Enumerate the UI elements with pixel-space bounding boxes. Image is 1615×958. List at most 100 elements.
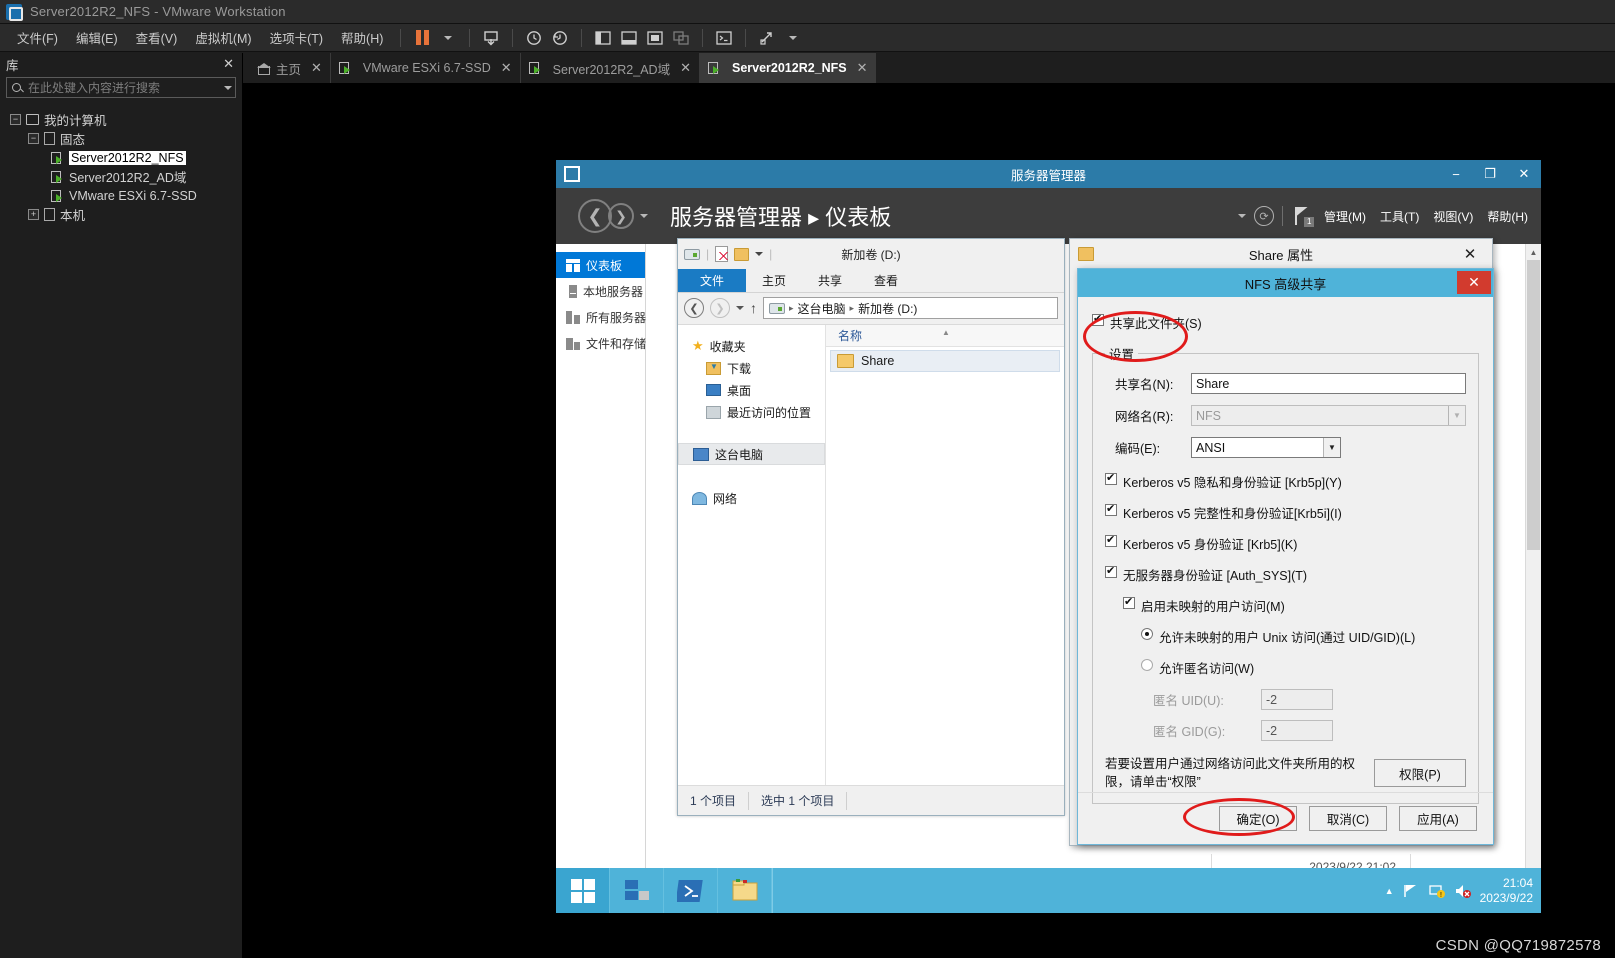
tab-home[interactable]: 主页 bbox=[746, 269, 802, 292]
radio-icon[interactable] bbox=[1141, 659, 1153, 671]
chevron-down-icon[interactable]: ▼ bbox=[1323, 438, 1340, 457]
share-name-input[interactable]: Share bbox=[1191, 373, 1466, 394]
back-button[interactable]: ❮ bbox=[684, 298, 704, 318]
nav-item-network[interactable]: 网络 bbox=[678, 487, 825, 509]
send-keys-dropdown-icon[interactable] bbox=[780, 27, 806, 49]
checkbox-icon[interactable] bbox=[1092, 312, 1104, 326]
encoding-combobox[interactable]: ANSI ▼ bbox=[1191, 437, 1341, 458]
powershell-taskbar-icon[interactable] bbox=[664, 868, 718, 913]
tree-item-vmware-esxi[interactable]: VMware ESXi 6.7-SSD bbox=[0, 186, 242, 205]
unity-mode-icon[interactable] bbox=[668, 27, 694, 49]
refresh-icon[interactable]: ⟳ bbox=[1254, 206, 1274, 226]
menu-tools[interactable]: 工具(T) bbox=[1373, 208, 1426, 225]
tree-item-my-computer[interactable]: − 我的计算机 bbox=[0, 110, 242, 129]
sidebar-item-all-servers[interactable]: 所有服务器 bbox=[556, 304, 646, 330]
menu-file[interactable]: 文件(F) bbox=[8, 24, 67, 51]
show-thumbnail-bar-icon[interactable] bbox=[616, 27, 642, 49]
history-dropdown-icon[interactable] bbox=[640, 214, 648, 218]
checkbox-icon[interactable] bbox=[1105, 502, 1117, 516]
close-button[interactable]: ✕ bbox=[1507, 160, 1541, 188]
menu-view[interactable]: 查看(V) bbox=[127, 24, 187, 51]
search-dropdown-icon[interactable] bbox=[224, 85, 232, 90]
taskbar-clock[interactable]: 21:04 2023/9/22 bbox=[1480, 876, 1533, 906]
new-folder-icon[interactable] bbox=[734, 247, 750, 261]
tree-item-ssd-group[interactable]: − 固态 bbox=[0, 129, 242, 148]
allow-unmapped-unix-access-radio[interactable]: 允许未映射的用户 Unix 访问(通过 UID/GID)(L) bbox=[1141, 627, 1466, 646]
library-search-box[interactable] bbox=[6, 77, 236, 98]
nav-item-recent-places[interactable]: 最近访问的位置 bbox=[678, 401, 825, 423]
tree-item-local-machine[interactable]: + 本机 bbox=[0, 205, 242, 224]
up-button[interactable]: ↑ bbox=[750, 300, 757, 316]
explorer-taskbar-icon[interactable] bbox=[718, 868, 772, 913]
nav-item-downloads[interactable]: 下载 bbox=[678, 357, 825, 379]
tab-server2012r2-ad[interactable]: Server2012R2_AD域 ✕ bbox=[521, 53, 700, 83]
anon-gid-input[interactable]: -2 bbox=[1261, 720, 1333, 741]
menu-help[interactable]: 帮助(H) bbox=[332, 24, 392, 51]
forward-button[interactable]: ❯ bbox=[608, 203, 634, 229]
expander-icon[interactable]: − bbox=[10, 114, 21, 125]
start-button[interactable] bbox=[556, 868, 610, 913]
list-item[interactable]: Share bbox=[830, 350, 1060, 372]
sidebar-item-dashboard[interactable]: 仪表板 bbox=[556, 252, 645, 278]
menu-vm[interactable]: 虚拟机(M) bbox=[186, 24, 260, 51]
tab-close-icon[interactable]: ✕ bbox=[857, 60, 868, 76]
tab-file[interactable]: 文件 bbox=[678, 269, 747, 292]
menu-help[interactable]: 帮助(H) bbox=[1480, 208, 1535, 225]
scroll-up-icon[interactable]: ▲ bbox=[1526, 244, 1541, 260]
tab-home[interactable]: 主页 ✕ bbox=[249, 53, 331, 83]
sidebar-item-local-server[interactable]: 本地服务器 bbox=[556, 278, 645, 304]
console-icon[interactable] bbox=[711, 27, 737, 49]
qat-dropdown-icon[interactable] bbox=[755, 252, 764, 256]
checkbox-icon[interactable] bbox=[1105, 564, 1117, 578]
tab-close-icon[interactable]: ✕ bbox=[501, 60, 512, 76]
tab-share[interactable]: 共享 bbox=[802, 269, 858, 292]
properties-icon[interactable] bbox=[715, 246, 729, 262]
snapshot-manager-icon[interactable] bbox=[521, 27, 547, 49]
tab-view[interactable]: 查看 bbox=[858, 269, 914, 292]
allow-anonymous-access-radio[interactable]: 允许匿名访问(W) bbox=[1141, 658, 1466, 677]
checkbox-icon[interactable] bbox=[1105, 533, 1117, 547]
menu-edit[interactable]: 编辑(E) bbox=[67, 24, 127, 51]
tray-volume-icon[interactable] bbox=[1454, 883, 1472, 899]
snapshot-revert-icon[interactable] bbox=[547, 27, 573, 49]
krb5-checkbox[interactable]: Kerberos v5 身份验证 [Krb5](K) bbox=[1105, 533, 1466, 553]
forward-button[interactable]: ❯ bbox=[710, 298, 730, 318]
show-library-panel-icon[interactable] bbox=[590, 27, 616, 49]
menu-tabs[interactable]: 选项卡(T) bbox=[261, 24, 332, 51]
radio-icon[interactable] bbox=[1141, 628, 1153, 640]
cancel-button[interactable]: 取消(C) bbox=[1309, 806, 1387, 831]
tab-server2012r2-nfs[interactable]: Server2012R2_NFS ✕ bbox=[699, 53, 876, 83]
checkbox-icon[interactable] bbox=[1105, 471, 1117, 485]
checkbox-icon[interactable] bbox=[1123, 595, 1135, 609]
library-close-icon[interactable]: ✕ bbox=[223, 56, 234, 72]
authsys-checkbox[interactable]: 无服务器身份验证 [Auth_SYS](T) bbox=[1105, 564, 1466, 584]
server-manager-taskbar-icon[interactable] bbox=[610, 868, 664, 913]
tab-close-icon[interactable]: ✕ bbox=[680, 60, 691, 76]
krb5p-checkbox[interactable]: Kerberos v5 隐私和身份验证 [Krb5p](Y) bbox=[1105, 471, 1466, 491]
minimize-button[interactable]: − bbox=[1439, 160, 1473, 188]
tree-item-server2012r2-ad[interactable]: Server2012R2_AD域 bbox=[0, 167, 242, 186]
recent-locations-icon[interactable] bbox=[736, 306, 744, 310]
expander-icon[interactable]: − bbox=[28, 133, 39, 144]
chevron-down-icon[interactable]: ▼ bbox=[1448, 406, 1465, 425]
tray-flag-icon[interactable] bbox=[1402, 883, 1420, 899]
nav-item-this-pc[interactable]: 这台电脑 bbox=[678, 443, 825, 465]
permissions-button[interactable]: 权限(P) bbox=[1374, 759, 1466, 787]
maximize-button[interactable]: ❐ bbox=[1473, 160, 1507, 188]
suspend-dropdown-icon[interactable] bbox=[435, 27, 461, 49]
menu-manage[interactable]: 管理(M) bbox=[1317, 208, 1373, 225]
back-button[interactable]: ❮ bbox=[578, 199, 612, 233]
network-name-combobox[interactable]: NFS ▼ bbox=[1191, 405, 1466, 426]
ok-button[interactable]: 确定(O) bbox=[1219, 806, 1297, 831]
server-manager-scrollbar[interactable]: ▲ ▼ bbox=[1525, 244, 1541, 880]
suspend-button[interactable] bbox=[409, 27, 435, 49]
notifications-flag-icon[interactable]: 1 bbox=[1295, 207, 1315, 227]
address-breadcrumb[interactable]: ▸ 这台电脑 ▸ 新加卷 (D:) bbox=[763, 297, 1058, 319]
tab-vmware-esxi[interactable]: VMware ESXi 6.7-SSD ✕ bbox=[331, 53, 521, 83]
breadcrumb-volume[interactable]: 新加卷 (D:) bbox=[858, 300, 917, 317]
column-header-name[interactable]: 名称 ▲ bbox=[826, 325, 1064, 347]
nav-item-desktop[interactable]: 桌面 bbox=[678, 379, 825, 401]
enable-unmapped-user-access-checkbox[interactable]: 启用未映射的用户访问(M) bbox=[1123, 595, 1466, 615]
scrollbar-thumb[interactable] bbox=[1527, 260, 1540, 550]
anon-uid-input[interactable]: -2 bbox=[1261, 689, 1333, 710]
